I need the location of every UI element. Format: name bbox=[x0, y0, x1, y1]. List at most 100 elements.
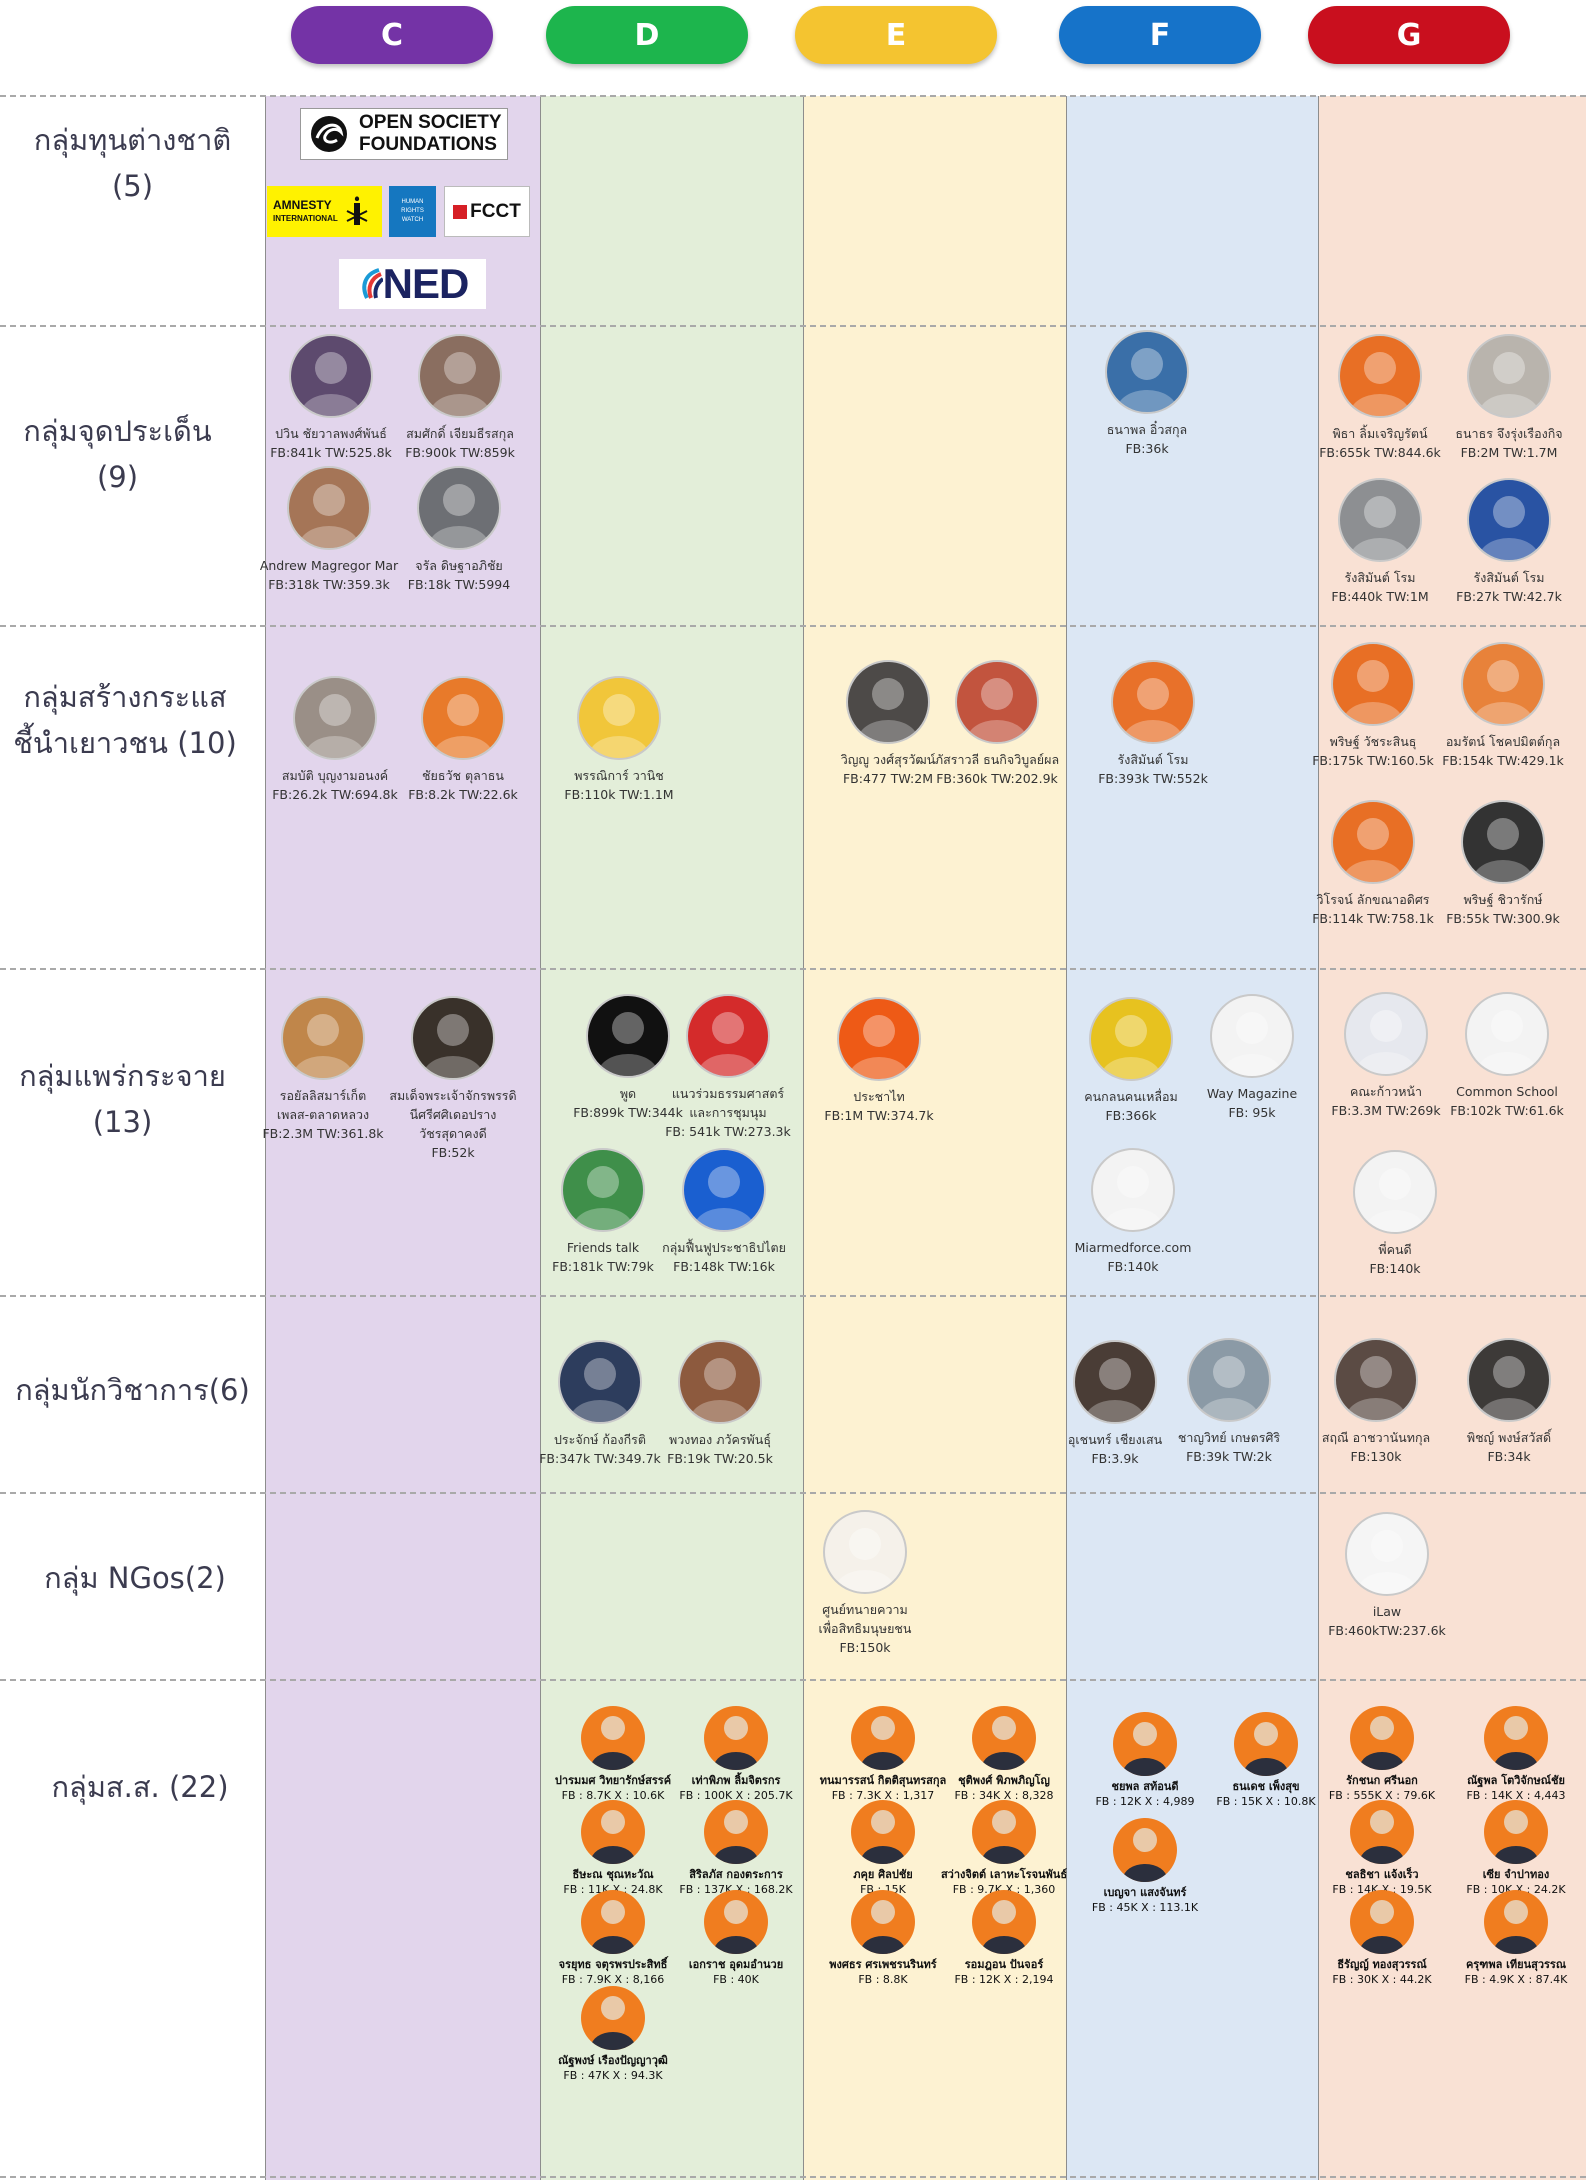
column-f-header: F bbox=[1059, 6, 1261, 64]
person-card: ชาญวิทย์ เกษตรศิริ FB:39k TW:2k bbox=[1144, 1338, 1314, 1466]
person-stats: FB:393k TW:552k bbox=[1098, 771, 1208, 786]
avatar bbox=[293, 676, 377, 760]
mp-avatar bbox=[1484, 1800, 1548, 1864]
avatar bbox=[417, 466, 501, 550]
avatar bbox=[1353, 1150, 1437, 1234]
avatar bbox=[1210, 994, 1294, 1078]
mp-card: ธีรัญญ์ ทองสุวรรณ์ FB : 30K X : 44.2K bbox=[1307, 1890, 1457, 1987]
osf-line2: FOUNDATIONS bbox=[359, 134, 497, 155]
avatar bbox=[823, 1510, 907, 1594]
person-card: อมรัตน์ โชคปมิตต์กุล FB:154k TW:429.1k bbox=[1418, 642, 1586, 770]
person-stats: FB:140k bbox=[1369, 1261, 1421, 1276]
group-label-distributors: กลุ่มแพร่กระจาย (13) bbox=[19, 1059, 226, 1139]
person-name: รังสิมันต์ โรม bbox=[1117, 752, 1189, 767]
mp-stats: FB : 4.9K X : 87.4K bbox=[1464, 1973, 1568, 1986]
mp-avatar bbox=[581, 1890, 645, 1954]
mp-card: ณัฐพล โตวิจักษณ์ชัย FB : 14K X : 4,443 bbox=[1441, 1706, 1586, 1803]
person-stats: FB: 541k TW:273.3k bbox=[665, 1124, 791, 1139]
row-divider bbox=[0, 1492, 1586, 1494]
person-name: พรรณิการ์ วานิช bbox=[574, 768, 664, 783]
avatar bbox=[1344, 992, 1428, 1076]
avatar bbox=[1338, 478, 1422, 562]
person-name: Miarmedforce.com bbox=[1074, 1240, 1192, 1255]
avatar bbox=[577, 676, 661, 760]
ned-text: NED bbox=[382, 260, 470, 307]
person-card: ศูนย์ทนายความ เพื่อสิทธิมนุษยชน FB:150k bbox=[780, 1510, 950, 1657]
candle-icon bbox=[346, 195, 368, 225]
person-name: พวงทอง ภวัครพันธุ์ bbox=[669, 1432, 771, 1447]
person-stats: FB:18k TW:5994 bbox=[407, 577, 511, 592]
mp-card: สิริลภัส กองตระการFB : 137K X : 168.2K bbox=[661, 1800, 811, 1897]
person-name: พิชญ์ พงษ์สวัสดิ์ bbox=[1466, 1430, 1552, 1445]
avatar bbox=[411, 996, 495, 1080]
person-stats: FB:110k TW:1.1M bbox=[564, 787, 674, 802]
person-card: พวงทอง ภวัครพันธุ์ FB:19k TW:20.5k bbox=[635, 1340, 805, 1468]
avatar bbox=[686, 994, 770, 1078]
group-label-youth-influencers: กลุ่มสร้างกระแส ชี้นำเยาวชน (10) bbox=[13, 680, 237, 760]
mp-avatar bbox=[704, 1800, 768, 1864]
mp-avatar bbox=[1484, 1706, 1548, 1770]
mp-avatar bbox=[1350, 1890, 1414, 1954]
mp-avatar bbox=[1350, 1800, 1414, 1864]
mp-card: ณัฐพงษ์ เรืองปัญญาวุฒิ FB : 47K X : 94.3K bbox=[538, 1986, 688, 2083]
mp-name: ธีรัญญ์ ทองสุวรรณ์ bbox=[1337, 1958, 1427, 1971]
avatar bbox=[287, 466, 371, 550]
avatar bbox=[561, 1148, 645, 1232]
person-card: พริษฐ์ ชิวารักษ์ FB:55k TW:300.9k bbox=[1418, 800, 1586, 928]
avatar bbox=[281, 996, 365, 1080]
person-stats: FB:34k bbox=[1487, 1449, 1531, 1464]
person-card: ธนาธร จึงรุ่งเรืองกิจ FB:2M TW:1.7M bbox=[1424, 334, 1586, 462]
avatar bbox=[1089, 997, 1173, 1081]
person-stats: FB:27k TW:42.7k bbox=[1456, 589, 1562, 604]
mp-stats: FB : 40K bbox=[713, 1973, 759, 1986]
fcct-text: FCCT bbox=[470, 200, 521, 222]
mp-avatar bbox=[972, 1706, 1036, 1770]
person-stats: FB:1M TW:374.7k bbox=[824, 1108, 934, 1123]
mp-avatar bbox=[704, 1890, 768, 1954]
person-card: พรรณิการ์ วานิช FB:110k TW:1.1M bbox=[534, 676, 704, 804]
mp-name: ครุฑพล เทียนสุวรรณ bbox=[1465, 1958, 1567, 1971]
person-stats: FB:8.2k TW:22.6k bbox=[408, 787, 518, 802]
mp-avatar bbox=[581, 1800, 645, 1864]
avatar bbox=[418, 334, 502, 418]
person-name: พริษฐ์ ชิวารักษ์ bbox=[1463, 892, 1543, 907]
mp-avatar bbox=[581, 1706, 645, 1770]
person-name: ธนาธร จึงรุ่งเรืองกิจ bbox=[1455, 426, 1563, 441]
person-stats: FB:55k TW:300.9k bbox=[1446, 911, 1560, 926]
person-stats: FB:900k TW:859k bbox=[405, 445, 515, 460]
person-card: พิชญ์ พงษ์สวัสดิ์ FB:34k bbox=[1424, 1338, 1586, 1466]
amnesty-line1: AMNESTY bbox=[273, 197, 332, 212]
group-label-mps: กลุ่มส.ส. (22) bbox=[51, 1770, 229, 1804]
mp-stats: FB : 47K X : 94.3K bbox=[563, 2069, 663, 2082]
person-name: กลุ่มฟื้นฟูประชาธิปไตย bbox=[662, 1240, 786, 1255]
person-name: ประชาไท bbox=[853, 1089, 905, 1104]
mp-name: สิริลภัส กองตระการ bbox=[689, 1868, 783, 1881]
fcct-logo: FCCT bbox=[444, 186, 530, 237]
mp-avatar bbox=[581, 1986, 645, 2050]
person-name: พี่คนดี bbox=[1378, 1242, 1412, 1257]
person-stats: FB:36k bbox=[1125, 441, 1169, 456]
person-card: พี่คนดี FB:140k bbox=[1310, 1150, 1480, 1278]
avatar bbox=[1461, 800, 1545, 884]
avatar bbox=[1467, 1338, 1551, 1422]
mp-name: เซีย จำปาทอง bbox=[1482, 1868, 1550, 1881]
avatar bbox=[837, 997, 921, 1081]
person-stats: FB:140k bbox=[1107, 1259, 1159, 1274]
mp-name: ชุติพงศ์ พิภพภิญโญ bbox=[958, 1774, 1050, 1787]
mp-avatar bbox=[1484, 1890, 1548, 1954]
mp-avatar bbox=[972, 1800, 1036, 1864]
mp-name: รอมฎอน ปันจอร์ bbox=[964, 1958, 1044, 1971]
mp-name: ณัฐพล โตวิจักษณ์ชัย bbox=[1467, 1774, 1565, 1787]
person-card: รังสิมันต์ โรม FB:27k TW:42.7k bbox=[1424, 478, 1586, 606]
group-label-ngos: กลุ่ม NGos(2) bbox=[44, 1561, 226, 1595]
column-g-header: G bbox=[1308, 6, 1510, 64]
osf-mark-icon bbox=[311, 116, 347, 152]
avatar bbox=[1467, 334, 1551, 418]
avatar bbox=[1331, 642, 1415, 726]
person-card: ธนาพล อิ๋วสกุล FB:36k bbox=[1062, 330, 1232, 458]
person-name: สมศักดิ์ เจียมธีรสกุล bbox=[406, 426, 514, 441]
person-name: ภัสราวลี ธนกิจวิบูลย์ผล bbox=[934, 752, 1060, 767]
person-stats: FB:19k TW:20.5k bbox=[667, 1451, 773, 1466]
person-name: Common School bbox=[1456, 1084, 1558, 1099]
mp-card: ชลธิชา แจ้งเร็วFB : 14K X : 19.5K bbox=[1307, 1800, 1457, 1897]
